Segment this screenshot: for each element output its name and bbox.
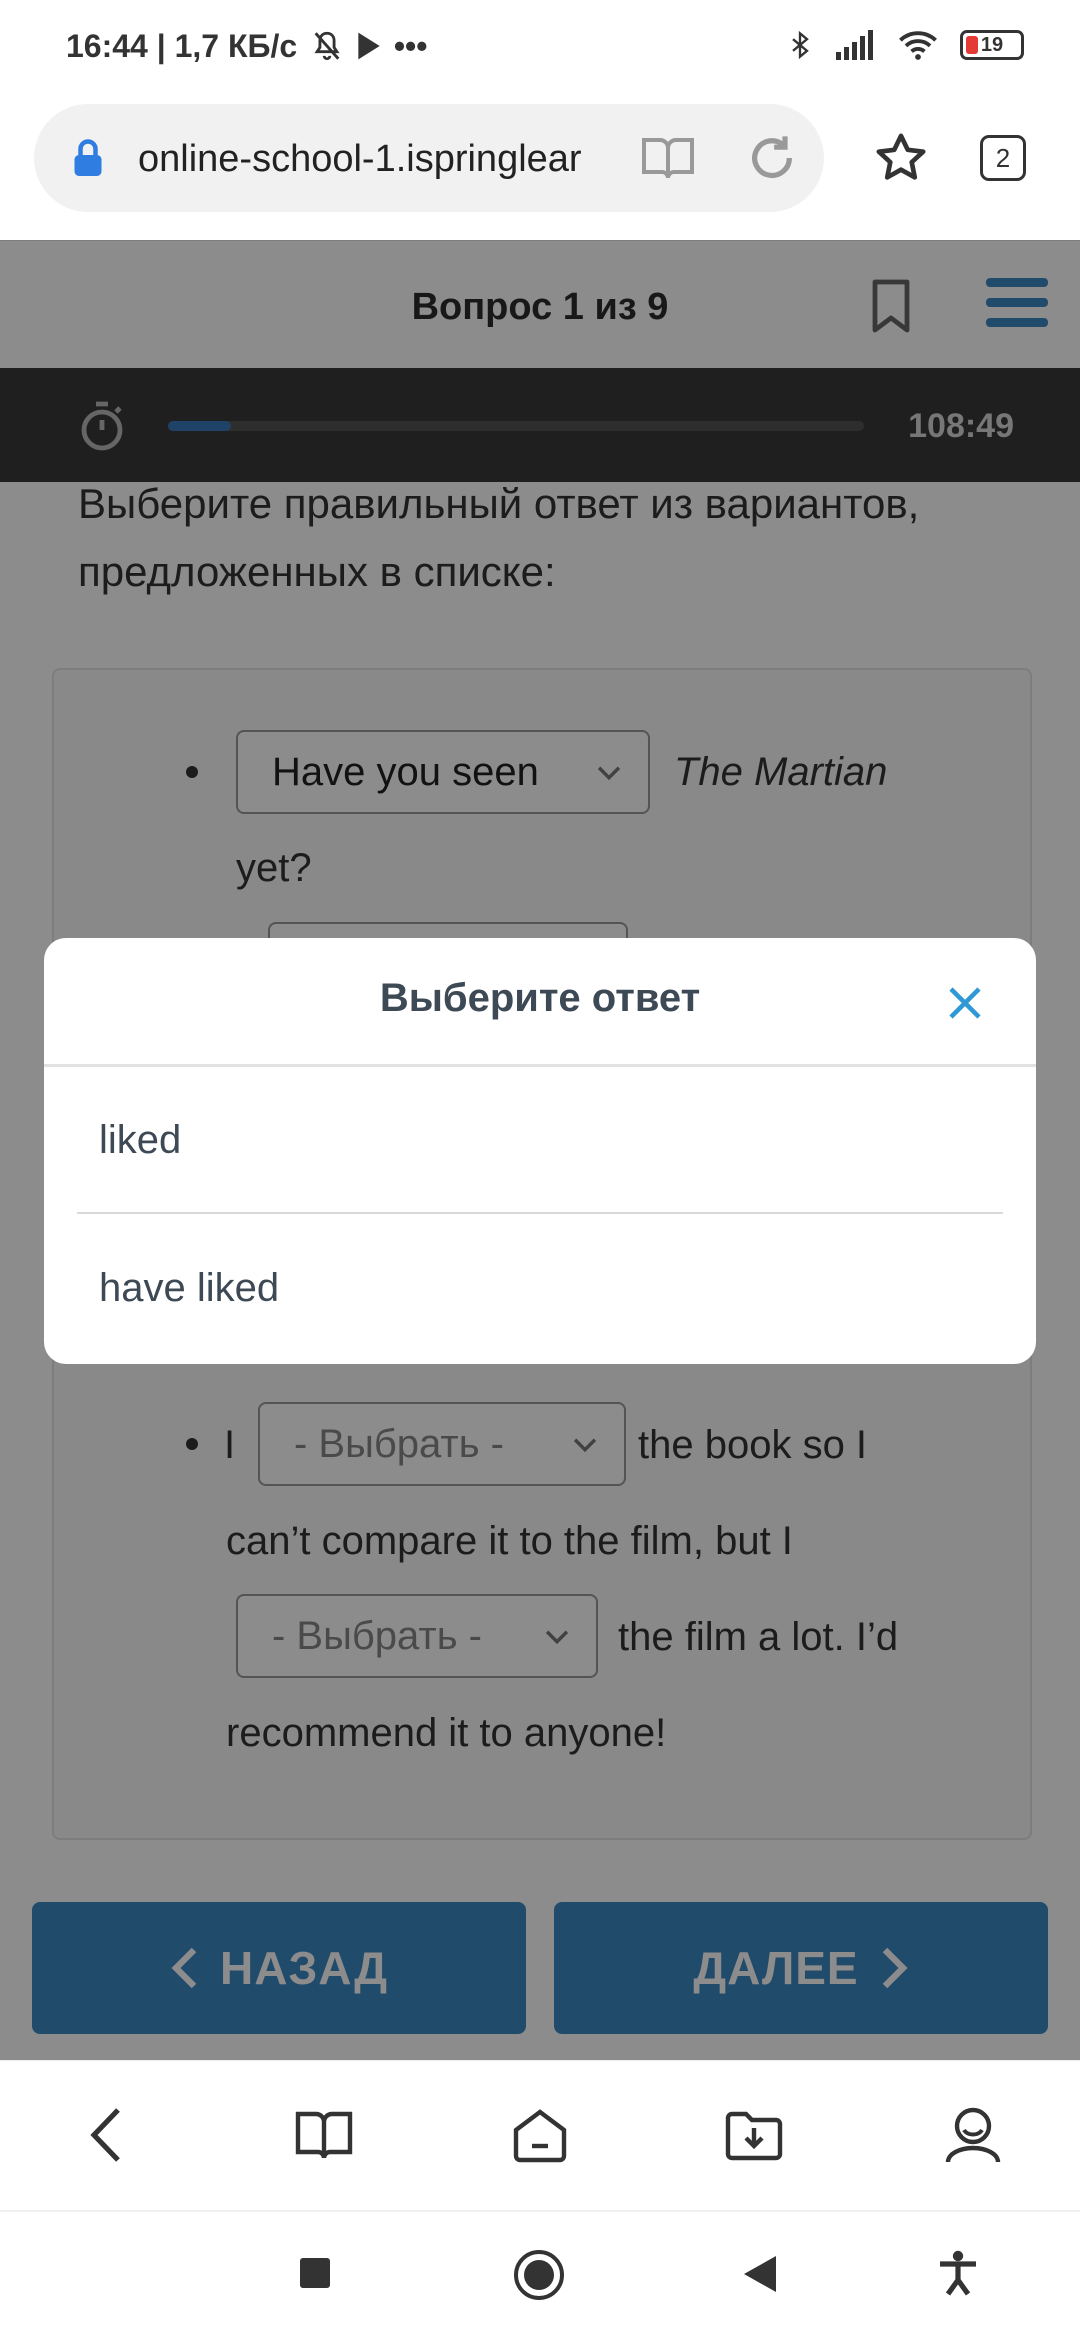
- home-icon[interactable]: [510, 2106, 570, 2164]
- status-icons: 19: [786, 28, 1024, 62]
- signal-icon: [836, 30, 873, 60]
- home-button[interactable]: [512, 2248, 566, 2302]
- bookmark-star-icon[interactable]: [873, 130, 929, 186]
- recents-button[interactable]: [300, 2258, 330, 2288]
- bluetooth-icon: [792, 30, 809, 60]
- downloads-icon[interactable]: [724, 2106, 784, 2162]
- profile-icon[interactable]: [944, 2104, 1002, 2164]
- lock-icon: [74, 139, 102, 176]
- reader-mode-icon[interactable]: [640, 134, 696, 182]
- modal-title: Выберите ответ: [379, 976, 701, 1020]
- status-time-speed: 16:44 | 1,7 КБ/с •••: [66, 28, 427, 65]
- close-icon[interactable]: [944, 982, 986, 1024]
- modal-divider: [44, 1064, 1036, 1067]
- status-time-text: 16:44 | 1,7 КБ/с: [66, 28, 298, 64]
- battery-level: 19: [980, 33, 1004, 56]
- tabs-count-button[interactable]: 2: [980, 135, 1026, 181]
- more-notifications-icon: •••: [393, 28, 428, 64]
- battery-icon: 19: [960, 30, 1024, 60]
- back-button-nav[interactable]: [742, 2254, 778, 2294]
- bookmarks-icon[interactable]: [294, 2108, 354, 2162]
- answer-option-label: have liked: [99, 1266, 280, 1310]
- url-text[interactable]: online-school-1.ispringlear: [138, 138, 590, 181]
- wifi-icon: [899, 31, 937, 60]
- accessibility-icon[interactable]: [938, 2250, 978, 2296]
- answer-option[interactable]: have liked: [44, 1216, 1036, 1362]
- back-icon[interactable]: [84, 2106, 128, 2164]
- bell-off-icon: [314, 31, 340, 61]
- reload-icon[interactable]: [746, 132, 798, 184]
- answer-option-label: liked: [99, 1118, 182, 1162]
- option-divider: [77, 1212, 1003, 1214]
- answer-modal: Выберите ответ liked have liked: [44, 938, 1036, 1364]
- play-store-icon: [358, 32, 380, 60]
- answer-option[interactable]: liked: [44, 1068, 1036, 1214]
